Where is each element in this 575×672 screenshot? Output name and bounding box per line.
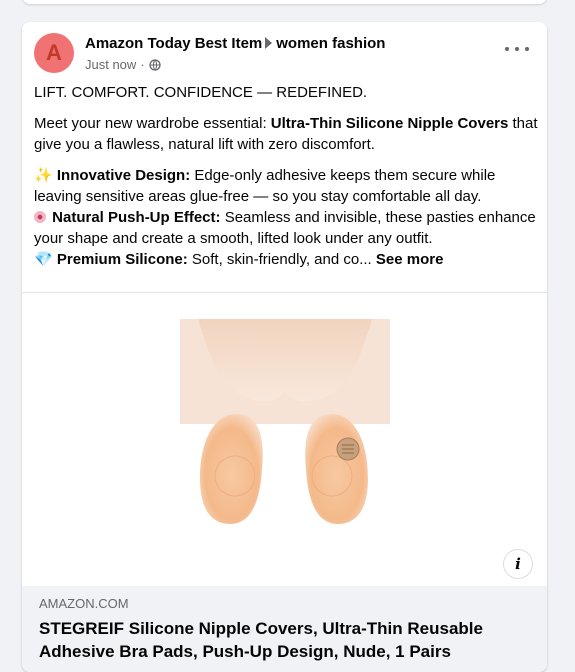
caret-right-icon — [265, 37, 273, 49]
feed-post: A Amazon Today Best Item women fashion Ju… — [22, 22, 547, 672]
feature-premium-silicone: 💎 Premium Silicone: Soft, skin-friendly,… — [34, 249, 539, 270]
link-title[interactable]: STEGREIF Silicone Nipple Covers, Ultra-T… — [39, 617, 519, 663]
post-meta: Just now · — [85, 57, 161, 72]
group-name-link[interactable]: women fashion — [276, 35, 385, 52]
feature-push-up: Natural Push-Up Effect: Seamless and inv… — [34, 207, 539, 249]
flower-icon — [34, 211, 46, 223]
link-preview-image[interactable]: i — [22, 292, 547, 587]
info-button[interactable]: i — [503, 549, 533, 579]
timestamp-link[interactable]: Just now — [85, 57, 136, 72]
author-line: Amazon Today Best Item women fashion — [85, 35, 385, 52]
post-options-button[interactable] — [505, 42, 529, 56]
more-horizontal-icon — [505, 47, 509, 51]
feature-title: Premium Silicone: — [56, 251, 188, 268]
sparkles-icon: ✨ — [34, 167, 53, 184]
page-avatar[interactable]: A — [34, 33, 74, 73]
gem-icon: 💎 — [34, 251, 53, 268]
post-headline: LIFT. COMFORT. CONFIDENCE — REDEFINED. — [34, 84, 368, 101]
meta-separator: · — [140, 57, 145, 72]
post-header: A Amazon Today Best Item women fashion Ju… — [22, 22, 547, 82]
info-icon: i — [515, 555, 521, 573]
page-name-link[interactable]: Amazon Today Best Item — [85, 35, 262, 52]
intro-text: Meet your new wardrobe essential: — [34, 115, 271, 132]
more-dot — [525, 47, 529, 51]
product-photo — [180, 319, 390, 555]
post-intro: Meet your new wardrobe essential: Ultra-… — [34, 113, 539, 155]
previous-post-edge — [22, 0, 547, 4]
feature-title: Innovative Design: — [56, 167, 191, 184]
feature-title: Natural Push-Up Effect: — [52, 209, 221, 226]
see-more-link[interactable]: See more — [376, 251, 444, 268]
feature-innovative-design: ✨ Innovative Design: Edge-only adhesive … — [34, 165, 539, 207]
post-body: LIFT. COMFORT. CONFIDENCE — REDEFINED. M… — [34, 82, 539, 270]
link-domain: AMAZON.COM — [39, 596, 129, 611]
more-dot — [515, 47, 519, 51]
link-preview-caption[interactable]: AMAZON.COM STEGREIF Silicone Nipple Cove… — [22, 586, 547, 672]
feature-text: Soft, skin-friendly, and co... — [187, 251, 372, 268]
globe-icon — [149, 58, 161, 71]
intro-bold: Ultra-Thin Silicone Nipple Covers — [270, 115, 509, 132]
